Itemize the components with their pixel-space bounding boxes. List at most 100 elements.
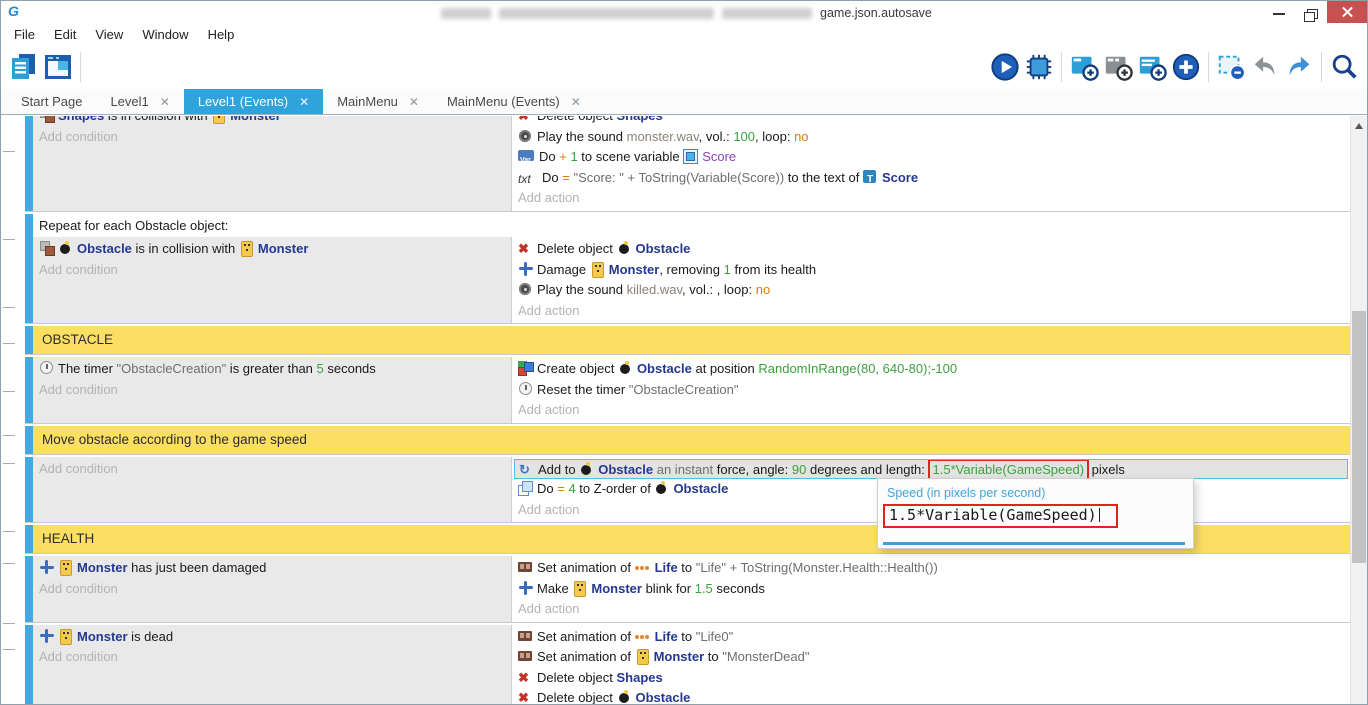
action-line[interactable]: Delete object Shapes	[512, 668, 1350, 689]
add-subevent-icon[interactable]	[1101, 50, 1135, 84]
project-manager-icon[interactable]	[7, 50, 41, 84]
tab-close-icon[interactable]: ✕	[160, 95, 170, 109]
action-line[interactable]: Play the sound monster.wav, vol.: 100, l…	[512, 127, 1350, 148]
comment-text[interactable]: OBSTACLE	[33, 326, 1350, 354]
bomb-icon	[617, 690, 632, 704]
add-action-link[interactable]: Add action	[512, 188, 1350, 209]
event-selection-bar[interactable]	[25, 357, 33, 423]
restore-button[interactable]	[1295, 1, 1327, 23]
expression-input[interactable]: 1.5*Variable(GameSpeed)	[878, 501, 1193, 528]
search-icon[interactable]	[1327, 50, 1361, 84]
event-selection-bar[interactable]	[25, 326, 33, 354]
action-line[interactable]: Delete object Shapes	[512, 116, 1350, 127]
start-page-icon[interactable]	[41, 50, 75, 84]
event-selection-bar[interactable]	[25, 457, 33, 523]
action-line[interactable]: Delete object Obstacle	[512, 239, 1350, 260]
text-segment: Life	[655, 560, 678, 575]
text-segment: 5	[317, 361, 324, 376]
event-selection-bar[interactable]	[25, 625, 33, 705]
comment-text[interactable]: Move obstacle according to the game spee…	[33, 426, 1350, 454]
text-segment: is in collision with	[104, 116, 211, 123]
action-line[interactable]: Make Monster blink for 1.5 seconds	[512, 579, 1350, 600]
health-icon	[518, 581, 533, 595]
text-segment: Do	[537, 481, 557, 496]
redo-icon[interactable]	[1282, 50, 1316, 84]
scroll-up-arrow-icon[interactable]	[1355, 123, 1363, 129]
action-line[interactable]: Play the sound killed.wav, vol.: , loop:…	[512, 280, 1350, 301]
tab-mainmenu[interactable]: MainMenu✕	[323, 89, 433, 114]
action-line[interactable]: Set animation of Life to "Life" + ToStri…	[512, 558, 1350, 579]
text-segment: to the text of	[784, 170, 863, 185]
gutter-tick	[3, 623, 15, 624]
add-event-icon[interactable]	[1067, 50, 1101, 84]
tab-label: Level1	[110, 94, 148, 109]
condition-line[interactable]: Obstacle is in collision with Monster	[33, 239, 511, 260]
scrollbar-thumb[interactable]	[1352, 311, 1366, 563]
conditions-column: Monster has just been damagedAdd conditi…	[33, 556, 511, 622]
add-condition-link[interactable]: Add condition	[33, 647, 511, 668]
condition-line[interactable]: Shapes is in collision with Monster	[33, 116, 511, 127]
monster-icon	[572, 581, 587, 595]
undo-icon[interactable]	[1248, 50, 1282, 84]
condition-line[interactable]: The timer "ObstacleCreation" is greater …	[33, 359, 511, 380]
action-line[interactable]: Set animation of Monster to "MonsterDead…	[512, 647, 1350, 668]
add-condition-link[interactable]: Add condition	[33, 260, 511, 281]
close-button[interactable]	[1327, 1, 1367, 23]
text-segment: Play the sound	[537, 282, 627, 297]
event-selection-bar[interactable]	[25, 525, 33, 553]
text-segment: Obstacle	[77, 241, 132, 256]
text-segment: no	[794, 129, 808, 144]
add-condition-link[interactable]: Add condition	[33, 579, 511, 600]
text-segment: is greater than	[226, 361, 316, 376]
text-segment: Score	[882, 170, 918, 185]
add-action-link[interactable]: Add action	[512, 599, 1350, 620]
add-condition-link[interactable]: Add condition	[33, 127, 511, 148]
selected-action[interactable]: Add to Obstacle an instant force, angle:…	[514, 459, 1348, 480]
title-bar: G game.json.autosave	[1, 1, 1367, 23]
gutter-tick	[3, 463, 15, 464]
text-segment: is in collision with	[132, 241, 239, 256]
preview-play-icon[interactable]	[988, 50, 1022, 84]
action-line[interactable]: Delete object Obstacle	[512, 688, 1350, 704]
menu-window[interactable]: Window	[137, 25, 193, 44]
condition-line[interactable]: Monster is dead	[33, 627, 511, 648]
action-line[interactable]: Do = "Score: " + ToString(Variable(Score…	[512, 168, 1350, 189]
delete-event-icon[interactable]	[1214, 50, 1248, 84]
tab-level1[interactable]: Level1 ✕	[96, 89, 183, 114]
tab-close-icon[interactable]: ✕	[571, 95, 581, 109]
tab-mainmenu-events[interactable]: MainMenu (Events)✕	[433, 89, 595, 114]
text-segment: Reset the timer	[537, 382, 629, 397]
action-line[interactable]: Reset the timer "ObstacleCreation"	[512, 380, 1350, 401]
menu-view[interactable]: View	[90, 25, 128, 44]
action-line[interactable]: Do + 1 to scene variable Score	[512, 147, 1350, 168]
bomb-icon	[618, 361, 633, 375]
text-segment: Create object	[537, 361, 618, 376]
event-selection-bar[interactable]	[25, 556, 33, 622]
add-condition-link[interactable]: Add condition	[33, 459, 511, 480]
add-comment-icon[interactable]	[1135, 50, 1169, 84]
action-line[interactable]: Damage Monster, removing 1 from its heal…	[512, 260, 1350, 281]
tab-close-icon[interactable]: ✕	[409, 95, 419, 109]
event-selection-bar[interactable]	[25, 426, 33, 454]
menu-help[interactable]: Help	[203, 25, 240, 44]
event-selection-bar[interactable]	[25, 214, 33, 324]
text-segment: Monster	[654, 649, 705, 664]
repeat-event-header[interactable]: Repeat for each Obstacle object:	[33, 214, 1350, 238]
menu-file[interactable]: File	[9, 25, 40, 44]
add-circle-icon[interactable]	[1169, 50, 1203, 84]
tab-close-icon[interactable]: ✕	[299, 95, 309, 109]
add-condition-link[interactable]: Add condition	[33, 380, 511, 401]
condition-line[interactable]: Monster has just been damaged	[33, 558, 511, 579]
menu-edit[interactable]: Edit	[49, 25, 81, 44]
text-segment: 1.5	[695, 581, 713, 596]
add-action-link[interactable]: Add action	[512, 301, 1350, 322]
vertical-scrollbar[interactable]	[1350, 116, 1367, 704]
add-action-link[interactable]: Add action	[512, 400, 1350, 421]
action-line[interactable]: Set animation of Life to "Life0"	[512, 627, 1350, 648]
event-selection-bar[interactable]	[25, 116, 33, 211]
minimize-button[interactable]	[1263, 1, 1295, 23]
action-line[interactable]: Create object Obstacle at position Rando…	[512, 359, 1350, 380]
tab-start-page[interactable]: Start Page	[7, 89, 96, 114]
debugger-icon[interactable]	[1022, 50, 1056, 84]
tab-level1-events[interactable]: Level1 (Events)✕	[184, 89, 323, 114]
